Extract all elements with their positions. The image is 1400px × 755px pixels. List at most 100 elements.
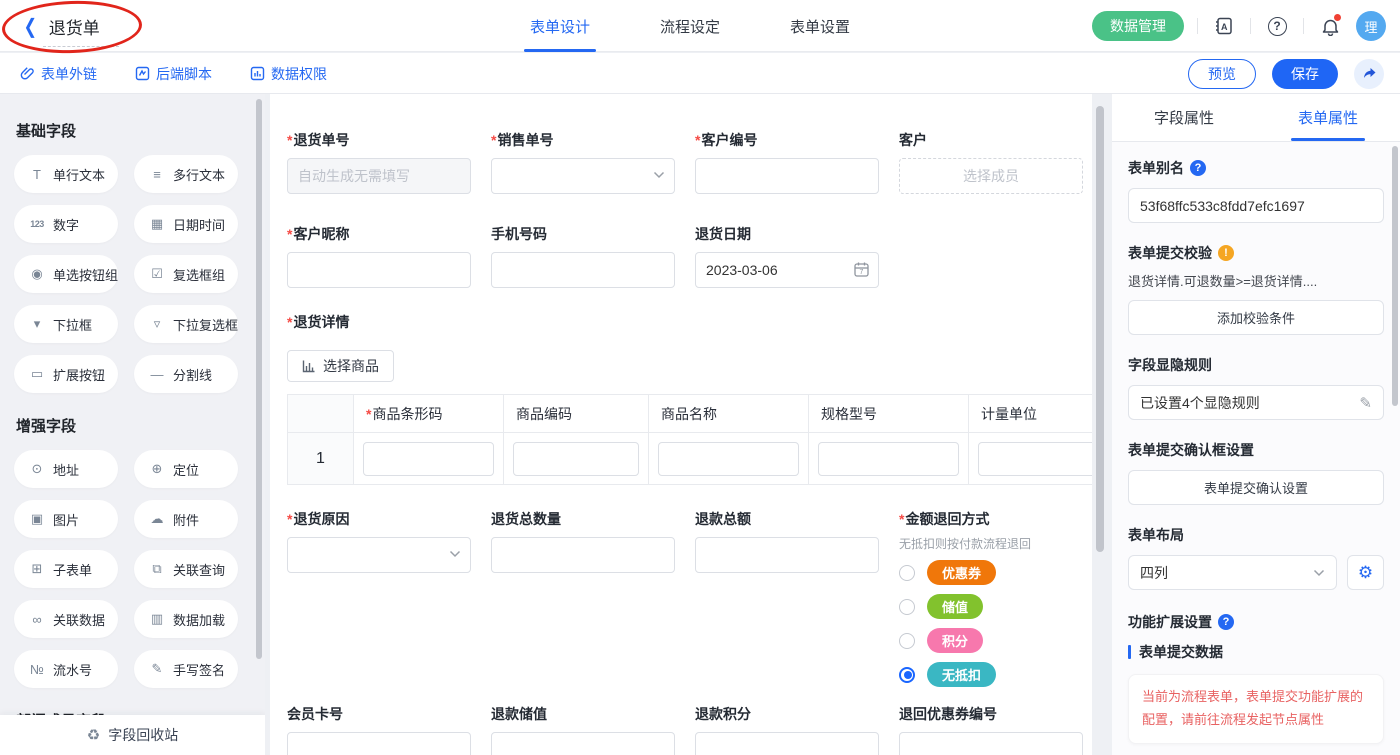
field-item-data-load[interactable]: ▥数据加载	[134, 600, 238, 638]
address-book-icon[interactable]: A	[1211, 13, 1237, 39]
select-product-button[interactable]: 选择商品	[287, 350, 394, 382]
field-return-order-no[interactable]: *退货单号	[287, 130, 471, 194]
avatar[interactable]: 理	[1356, 11, 1386, 41]
form-alias-input[interactable]: 53f68ffc533c8fdd7efc1697	[1128, 188, 1384, 223]
field-item-signature[interactable]: ✎手写签名	[134, 650, 238, 688]
field-customer-no[interactable]: *客户编号	[695, 130, 879, 194]
form-external-link[interactable]: 表单外链	[20, 64, 97, 84]
field-return-date[interactable]: 退货日期 7	[695, 224, 879, 288]
radio-option-no-deduction[interactable]: 无抵扣	[899, 662, 1083, 687]
visibility-rules-box[interactable]: 已设置4个显隐规则 ✎	[1128, 385, 1384, 420]
help-icon[interactable]: ?	[1264, 13, 1290, 39]
visibility-rules-label: 字段显隐规则	[1128, 355, 1384, 375]
sales-order-no-select[interactable]	[491, 158, 675, 194]
tab-flow-setting[interactable]: 流程设定	[660, 0, 720, 52]
tab-form-properties[interactable]: 表单属性	[1256, 94, 1400, 141]
tab-field-properties[interactable]: 字段属性	[1112, 94, 1256, 141]
field-customer-nickname[interactable]: *客户昵称	[287, 224, 471, 288]
data-manage-button[interactable]: 数据管理	[1092, 11, 1184, 41]
field-item-single-line-text[interactable]: T单行文本	[14, 155, 118, 193]
field-refund-points[interactable]: 退款积分	[695, 704, 879, 755]
field-member-card[interactable]: 会员卡号	[287, 704, 471, 755]
preview-button[interactable]: 预览	[1188, 59, 1256, 89]
select-member-button[interactable]: 选择成员	[899, 158, 1083, 194]
share-button[interactable]	[1354, 59, 1384, 89]
barcode-input[interactable]	[363, 442, 494, 476]
field-item-location[interactable]: ⊕定位	[134, 450, 238, 488]
field-item-multi-dropdown[interactable]: ▿下拉复选框	[134, 305, 238, 343]
total-qty-input[interactable]	[491, 537, 675, 573]
refund-total-input[interactable]	[695, 537, 879, 573]
notification-bell-icon[interactable]	[1317, 13, 1343, 39]
save-button[interactable]: 保存	[1272, 59, 1338, 89]
panel-scrollbar[interactable]	[1392, 146, 1398, 406]
question-icon[interactable]: ?	[1190, 160, 1206, 176]
tab-form-setting[interactable]: 表单设置	[790, 0, 850, 52]
refund-stored-input[interactable]	[491, 732, 675, 755]
radio-selected[interactable]	[899, 667, 915, 683]
field-item-linked-query[interactable]: ⧉关联查询	[134, 550, 238, 588]
header-tabs: 表单设计 流程设定 表单设置	[530, 0, 850, 52]
member-card-input[interactable]	[287, 732, 471, 755]
radio-unselected[interactable]	[899, 565, 915, 581]
return-date-input[interactable]	[695, 252, 879, 288]
field-item-number[interactable]: 123数字	[14, 205, 118, 243]
field-item-radio-group[interactable]: ◉单选按钮组	[14, 255, 118, 293]
add-validation-button[interactable]: 添加校验条件	[1128, 300, 1384, 335]
phone-input[interactable]	[491, 252, 675, 288]
product-code-input[interactable]	[513, 442, 639, 476]
field-item-subform[interactable]: ⊞子表单	[14, 550, 118, 588]
customer-no-input[interactable]	[695, 158, 879, 194]
coupon-no-input[interactable]	[899, 732, 1083, 755]
field-item-checkbox-group[interactable]: ☑复选框组	[134, 255, 238, 293]
submit-confirm-label: 表单提交确认框设置	[1128, 440, 1384, 460]
edit-icon[interactable]: ✎	[1359, 394, 1372, 412]
field-total-qty[interactable]: 退货总数量	[491, 509, 675, 696]
radio-option-coupon[interactable]: 优惠券	[899, 560, 1083, 585]
field-item-extend-button[interactable]: ▭扩展按钮	[14, 355, 118, 393]
field-coupon-no[interactable]: 退回优惠券编号	[899, 704, 1083, 755]
layout-select[interactable]: 四列	[1128, 555, 1337, 590]
field-item-dropdown[interactable]: ▾下拉框	[14, 305, 118, 343]
spec-model-input[interactable]	[818, 442, 959, 476]
tab-form-design[interactable]: 表单设计	[530, 0, 590, 52]
data-load-icon: ▥	[149, 611, 165, 627]
field-return-reason[interactable]: *退货原因	[287, 509, 471, 696]
field-item-attachment[interactable]: ☁附件	[134, 500, 238, 538]
field-sales-order-no[interactable]: *销售单号	[491, 130, 675, 194]
layout-settings-button[interactable]: ⚙	[1347, 555, 1384, 590]
radio-unselected[interactable]	[899, 633, 915, 649]
field-item-multi-line-text[interactable]: ≡多行文本	[134, 155, 238, 193]
backend-script-link[interactable]: 后端脚本	[135, 64, 212, 84]
table-header-index	[288, 395, 353, 433]
sidebar-scrollbar[interactable]	[256, 99, 262, 659]
question-icon[interactable]: ?	[1218, 614, 1234, 630]
back-button[interactable]: ❮ 退货单	[22, 14, 100, 39]
field-item-linked-data[interactable]: ∞关联数据	[14, 600, 118, 638]
field-item-divider[interactable]: —分割线	[134, 355, 238, 393]
field-return-detail[interactable]: *退货详情 选择商品 1 *商品条形码 商品编码 商品名称	[287, 312, 1092, 485]
field-item-image[interactable]: ▣图片	[14, 500, 118, 538]
radio-unselected[interactable]	[899, 599, 915, 615]
data-permission-link[interactable]: 数据权限	[250, 64, 327, 84]
unit-input[interactable]	[978, 442, 1092, 476]
submit-confirm-button[interactable]: 表单提交确认设置	[1128, 470, 1384, 505]
field-item-datetime[interactable]: ▦日期时间	[134, 205, 238, 243]
field-item-address[interactable]: ⊙地址	[14, 450, 118, 488]
field-phone[interactable]: 手机号码	[491, 224, 675, 288]
field-refund-total[interactable]: 退款总额	[695, 509, 879, 696]
customer-nickname-input[interactable]	[287, 252, 471, 288]
field-refund-stored[interactable]: 退款储值	[491, 704, 675, 755]
single-line-text-icon: T	[29, 167, 45, 182]
linked-query-icon: ⧉	[149, 561, 165, 577]
return-reason-select[interactable]	[287, 537, 471, 573]
field-item-serial-number[interactable]: №流水号	[14, 650, 118, 688]
validation-rule-text[interactable]: 退货详情.可退数量>=退货详情....	[1128, 271, 1384, 290]
radio-option-points[interactable]: 积分	[899, 628, 1083, 653]
field-customer[interactable]: 客户 选择成员	[899, 130, 1083, 194]
radio-option-stored-value[interactable]: 储值	[899, 594, 1083, 619]
product-name-input[interactable]	[658, 442, 799, 476]
canvas-scrollbar[interactable]	[1096, 106, 1104, 552]
refund-points-input[interactable]	[695, 732, 879, 755]
field-recycle-bin[interactable]: ♻ 字段回收站	[0, 715, 265, 755]
